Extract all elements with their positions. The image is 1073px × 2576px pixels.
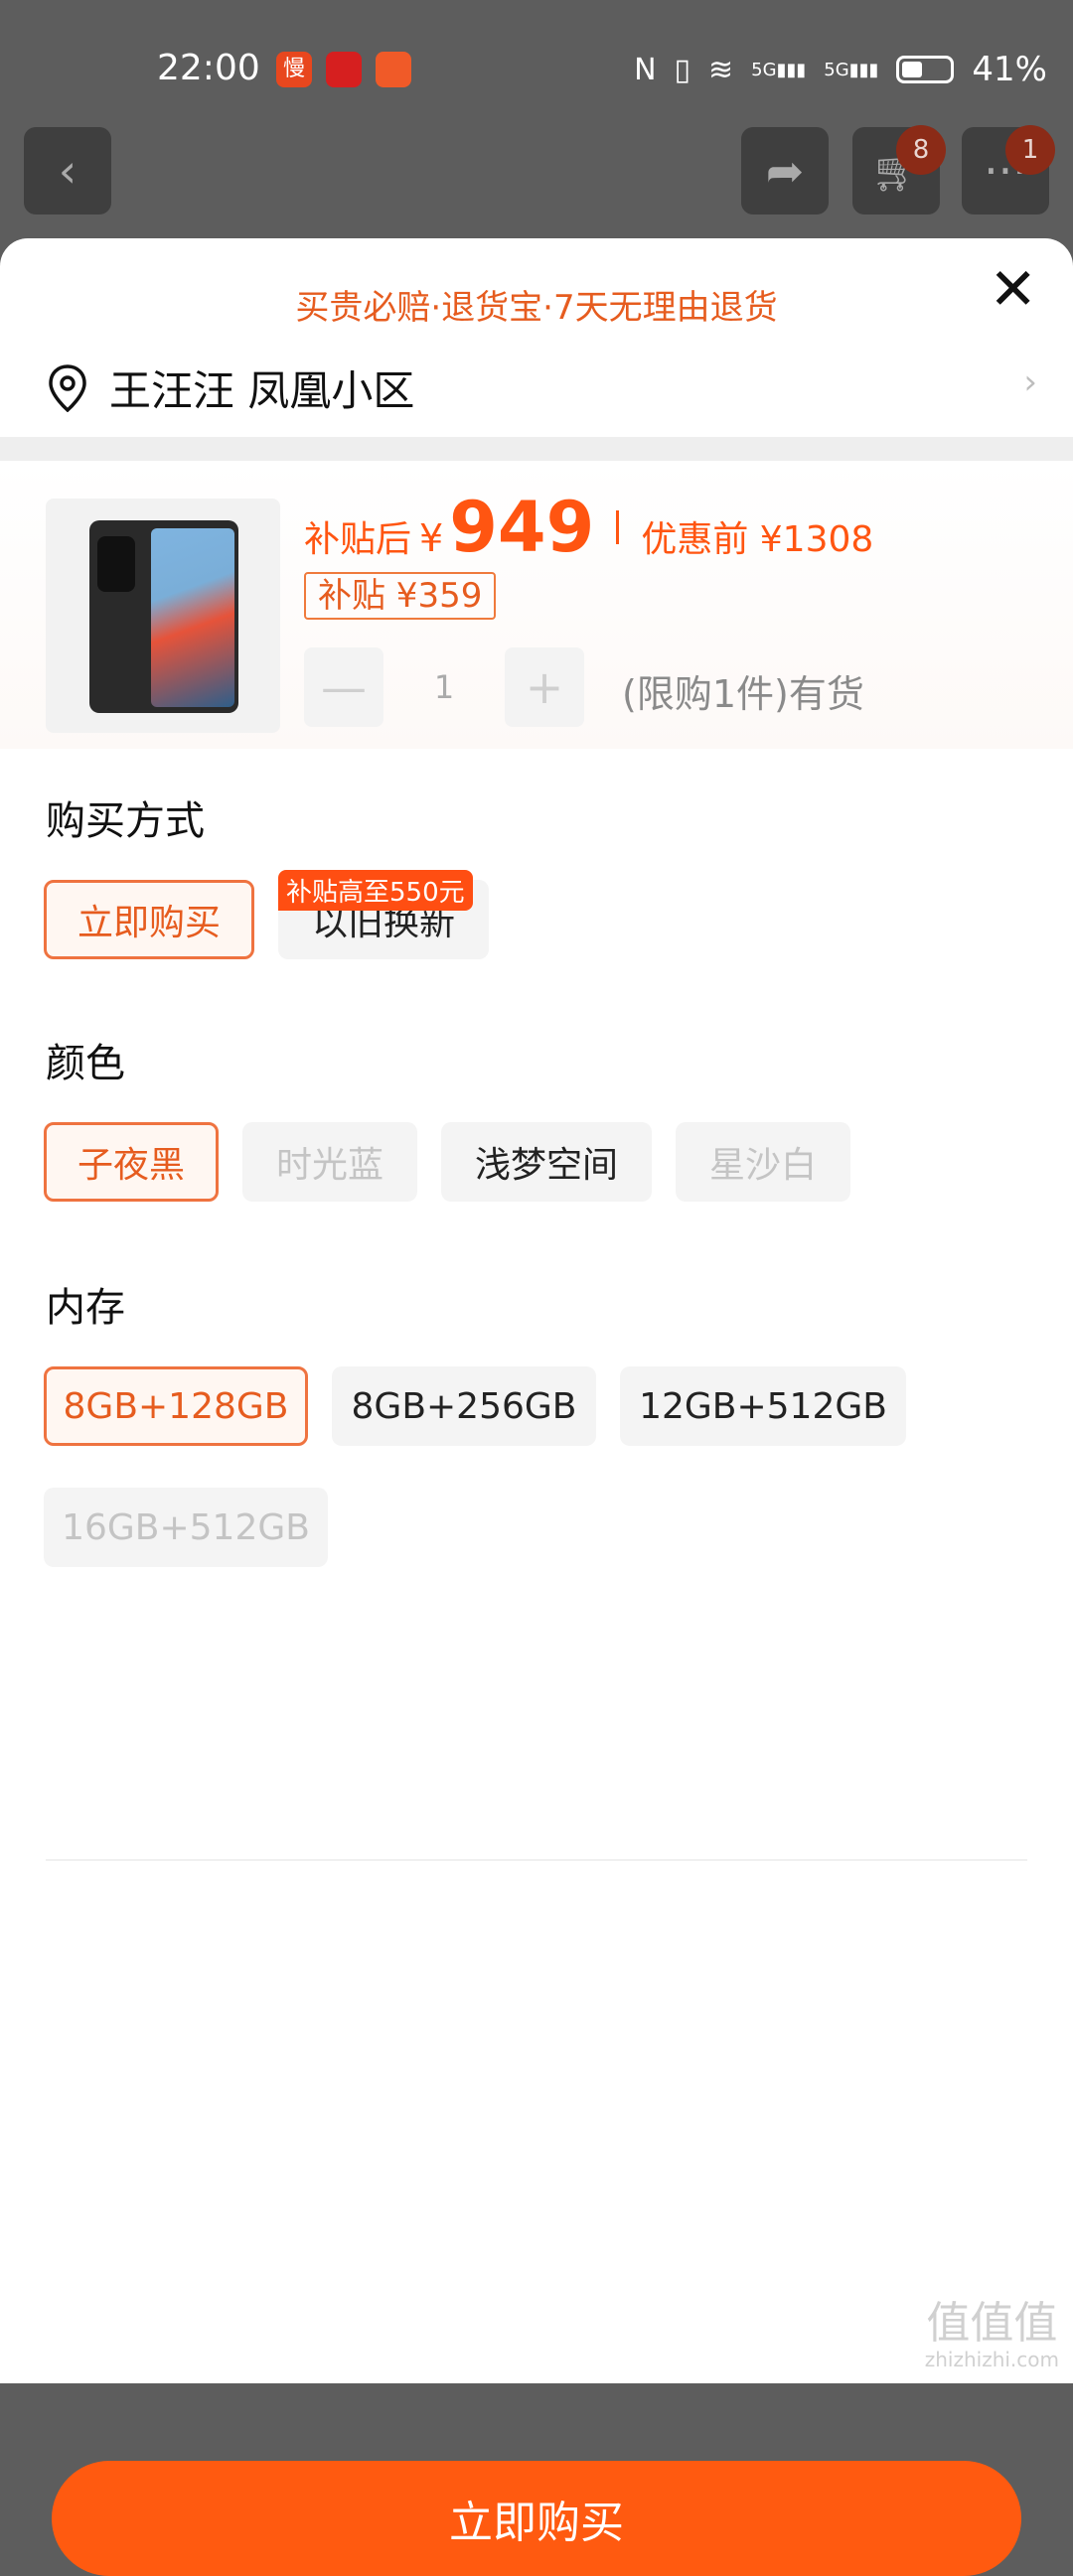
signal-icon: 5G▮▮▮ [824, 59, 879, 80]
address-row[interactable]: 王汪汪 凤凰小区 [48, 358, 414, 418]
increment-button[interactable]: + [505, 647, 584, 727]
app-notification-icon [376, 52, 411, 87]
section-title-purchase: 购买方式 [46, 798, 205, 844]
close-icon: ✕ [989, 255, 1037, 323]
subsidy-tag: 补贴 ¥359 [304, 572, 497, 620]
color-option[interactable]: 子夜黑 [44, 1122, 219, 1202]
signal-icon: 5G▮▮▮ [751, 59, 807, 80]
color-option[interactable]: 时光蓝 [242, 1122, 417, 1202]
sku-sheet: 买贵必赔·退货宝·7天无理由退货 ✕ 王汪汪 凤凰小区 › 补贴后 ¥ 949 … [0, 238, 1073, 2576]
more-button[interactable]: ··· 1 [962, 125, 1055, 215]
section-title-memory: 内存 [46, 1285, 125, 1331]
vibrate-icon: ▯ [674, 52, 691, 87]
wifi-icon: ≋ [708, 52, 734, 87]
close-button[interactable]: ✕ [989, 260, 1037, 318]
nfc-icon: N [634, 52, 657, 87]
status-indicators: N ▯ ≋ 5G▮▮▮ 5G▮▮▮ 41% [634, 50, 1047, 89]
minus-icon: — [321, 660, 367, 714]
decrement-button[interactable]: — [304, 647, 383, 727]
original-price: 优惠前 ¥1308 [641, 519, 874, 560]
price-divider [616, 510, 620, 544]
promo-banner: 买贵必赔·退货宝·7天无理由退货 [295, 288, 778, 328]
share-button[interactable]: ➦ [741, 127, 829, 215]
cart-button[interactable]: 🛒︎ 8 [852, 125, 946, 215]
memory-option[interactable]: 12GB+512GB [620, 1366, 906, 1446]
price-label: 补贴后 [304, 519, 412, 560]
status-time: 22:00 [157, 48, 260, 88]
chevron-right-icon: › [1023, 362, 1037, 402]
product-thumbnail[interactable] [46, 499, 280, 733]
quantity-stepper: — 1 + [304, 647, 584, 727]
quantity-value[interactable]: 1 [383, 668, 505, 706]
plus-icon: + [525, 660, 564, 714]
stock-status: (限购1件)有货 [622, 672, 864, 716]
battery-level: 41% [972, 50, 1047, 89]
memory-option[interactable]: 8GB+128GB [44, 1366, 308, 1446]
address-text: 王汪汪 凤凰小区 [109, 366, 415, 415]
divider [46, 1859, 1027, 1861]
memory-option[interactable]: 8GB+256GB [332, 1366, 596, 1446]
memory-option[interactable]: 16GB+512GB [44, 1488, 328, 1567]
color-option[interactable]: 星沙白 [676, 1122, 850, 1202]
chevron-left-icon: ‹ [58, 144, 77, 198]
watermark: 值值值 zhizhizhi.com [924, 2298, 1059, 2371]
price-value: 949 [449, 487, 595, 568]
section-title-color: 颜色 [46, 1041, 125, 1086]
more-badge: 1 [1005, 125, 1055, 175]
share-icon: ➦ [765, 144, 805, 198]
status-bar: 22:00 慢 N ▯ ≋ 5G▮▮▮ 5G▮▮▮ 41% [0, 0, 1073, 129]
phone-image [89, 520, 238, 713]
divider [0, 437, 1073, 461]
trade-in-badge: 补贴高至550元 [278, 870, 473, 911]
currency-symbol: ¥ [419, 516, 444, 560]
color-option[interactable]: 浅梦空间 [441, 1122, 652, 1202]
battery-icon [896, 56, 955, 83]
back-button[interactable]: ‹ [24, 127, 111, 215]
price-line: 补贴后 ¥ 949 优惠前 ¥1308 [304, 487, 873, 568]
option-buy-now[interactable]: 立即购买 [44, 880, 254, 959]
cart-badge: 8 [896, 125, 946, 175]
buy-now-button[interactable]: 立即购买 [52, 2461, 1021, 2576]
app-notification-icon [326, 52, 362, 87]
app-notification-icon: 慢 [276, 52, 312, 87]
location-pin-icon [49, 363, 86, 412]
